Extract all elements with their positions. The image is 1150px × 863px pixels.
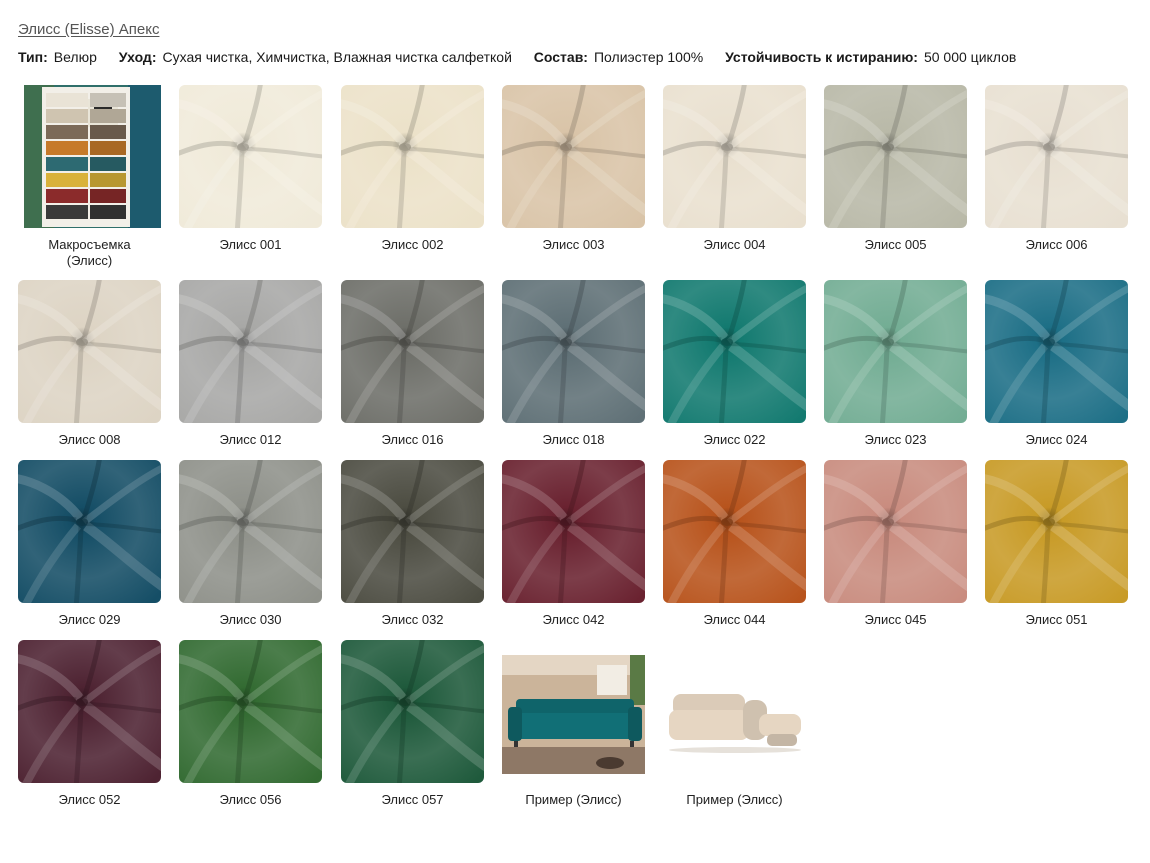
swatch-label: Элисс 016 — [381, 432, 444, 447]
swatch-tile[interactable]: Элисс 042 — [502, 460, 645, 628]
fabric-swatch-image[interactable] — [341, 640, 484, 783]
fabric-swatch-image[interactable] — [502, 460, 645, 603]
swatch-label: Элисс 008 — [58, 432, 121, 447]
swatch-label: Элисс 057 — [381, 792, 444, 807]
swatch-tile[interactable]: Элисс 052 — [18, 640, 161, 808]
swatch-label: Элисс 003 — [542, 237, 605, 252]
swatch-tile[interactable]: Макросъемка (Элисс) — [18, 85, 161, 269]
swatch-label: Элисс 056 — [219, 792, 282, 807]
swatch-tile[interactable]: Элисс 030 — [179, 460, 322, 628]
swatch-label: Элисс 030 — [219, 612, 282, 627]
swatch-label: Элисс 051 — [1025, 612, 1088, 627]
swatch-tile[interactable]: Элисс 008 — [18, 280, 161, 448]
swatch-tile[interactable]: Элисс 029 — [18, 460, 161, 628]
swatch-label: Пример (Элисс) — [686, 792, 783, 807]
swatch-tile[interactable]: Элисс 006 — [985, 85, 1128, 253]
swatch-label: Элисс 024 — [1025, 432, 1088, 447]
fabric-swatch-image[interactable] — [18, 460, 161, 603]
fabric-swatch-image[interactable] — [341, 460, 484, 603]
swatch-label: Пример (Элисс) — [525, 792, 622, 807]
fabric-swatch-image[interactable] — [18, 640, 161, 783]
swatch-label: Элисс 052 — [58, 792, 121, 807]
swatch-tile[interactable]: Элисс 004 — [663, 85, 806, 253]
macro-photo-image[interactable] — [24, 85, 161, 228]
swatch-tile[interactable]: Элисс 057 — [341, 640, 484, 808]
swatch-label: Макросъемка (Элисс) — [48, 237, 131, 268]
swatch-tile[interactable]: Элисс 022 — [663, 280, 806, 448]
swatch-label: Элисс 022 — [703, 432, 766, 447]
swatch-label: Элисс 005 — [864, 237, 927, 252]
swatch-tile[interactable]: Элисс 051 — [985, 460, 1128, 628]
fabric-swatch-image[interactable] — [824, 460, 967, 603]
swatch-tile[interactable]: Элисс 023 — [824, 280, 967, 448]
fabric-swatch-image[interactable] — [179, 85, 322, 228]
fabric-swatch-image[interactable] — [663, 460, 806, 603]
sofa-example-photo[interactable] — [502, 640, 645, 783]
swatch-label: Элисс 029 — [58, 612, 121, 627]
swatch-tile[interactable]: Элисс 012 — [179, 280, 322, 448]
swatch-tile[interactable]: Элисс 001 — [179, 85, 322, 253]
fabric-swatch-image[interactable] — [985, 85, 1128, 228]
fabric-swatch-image[interactable] — [341, 85, 484, 228]
fabric-swatch-image[interactable] — [179, 640, 322, 783]
swatch-label: Элисс 023 — [864, 432, 927, 447]
fabric-swatch-image[interactable] — [341, 280, 484, 423]
swatch-tile[interactable]: Элисс 032 — [341, 460, 484, 628]
swatch-label: Элисс 012 — [219, 432, 282, 447]
swatch-label: Элисс 002 — [381, 237, 444, 252]
swatch-tile[interactable]: Элисс 005 — [824, 85, 967, 253]
swatch-label: Элисс 006 — [1025, 237, 1088, 252]
fabric-swatch-image[interactable] — [663, 85, 806, 228]
swatch-label: Элисс 045 — [864, 612, 927, 627]
fabric-swatch-image[interactable] — [985, 280, 1128, 423]
swatch-label: Элисс 018 — [542, 432, 605, 447]
swatch-label: Элисс 004 — [703, 237, 766, 252]
swatch-label: Элисс 001 — [219, 237, 282, 252]
fabric-swatch-image[interactable] — [824, 85, 967, 228]
fabric-swatch-image[interactable] — [663, 280, 806, 423]
swatch-tile[interactable]: Элисс 045 — [824, 460, 967, 628]
fabric-swatch-image[interactable] — [985, 460, 1128, 603]
swatch-tile[interactable]: Элисс 018 — [502, 280, 645, 448]
fabric-swatch-image[interactable] — [502, 280, 645, 423]
fabric-swatch-image[interactable] — [824, 280, 967, 423]
fabric-swatch-image[interactable] — [179, 460, 322, 603]
swatch-tile[interactable]: Элисс 044 — [663, 460, 806, 628]
swatch-tile[interactable]: Элисс 002 — [341, 85, 484, 253]
swatch-tile[interactable]: Пример (Элисс) — [502, 640, 645, 808]
fabric-swatch-image[interactable] — [179, 280, 322, 423]
fabric-swatch-image[interactable] — [18, 280, 161, 423]
fabric-swatch-image[interactable] — [502, 85, 645, 228]
swatch-label: Элисс 042 — [542, 612, 605, 627]
swatch-label: Элисс 044 — [703, 612, 766, 627]
swatch-grid: Макросъемка (Элисс) Элисс 001 Элисс 002 … — [0, 0, 1150, 863]
swatch-tile[interactable]: Элисс 016 — [341, 280, 484, 448]
swatch-tile[interactable]: Элисс 024 — [985, 280, 1128, 448]
swatch-tile[interactable]: Элисс 003 — [502, 85, 645, 253]
swatch-label: Элисс 032 — [381, 612, 444, 627]
swatch-tile[interactable]: Пример (Элисс) — [663, 640, 806, 808]
swatch-tile[interactable]: Элисс 056 — [179, 640, 322, 808]
sofa-example-photo[interactable] — [663, 640, 806, 783]
